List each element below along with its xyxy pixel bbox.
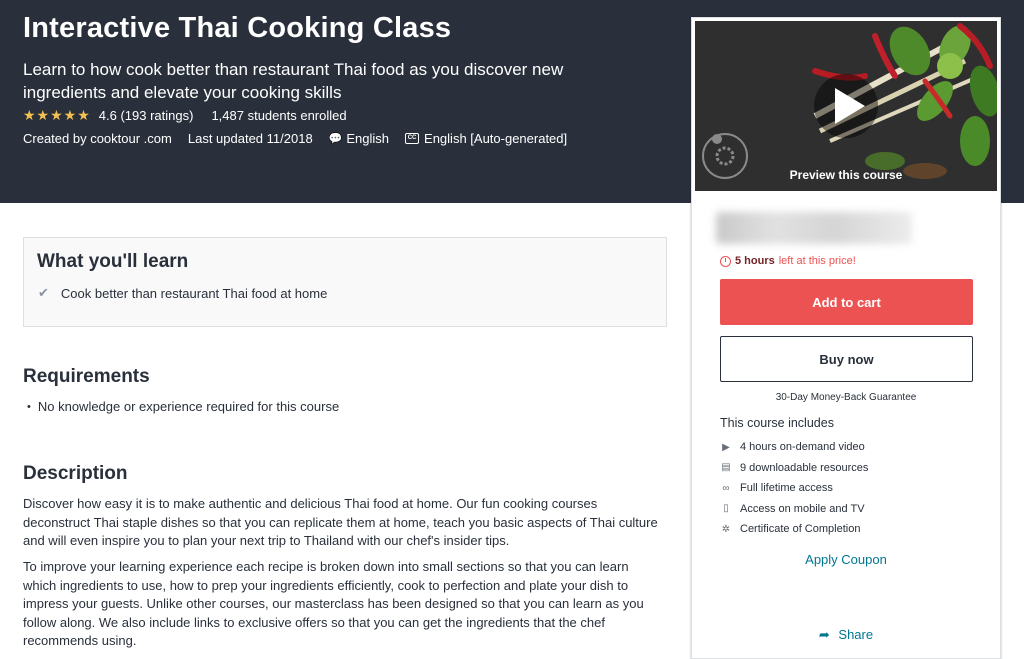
infinity-icon: ∞: [722, 482, 730, 494]
course-preview-video[interactable]: Preview this course: [695, 21, 997, 191]
course-meta-row: Created by cooktour .com Last updated 11…: [23, 131, 583, 146]
price-blurred: [716, 212, 912, 244]
share-label: Share: [838, 627, 874, 642]
apply-coupon-link[interactable]: Apply Coupon: [692, 552, 1000, 567]
bullet-icon: •: [27, 400, 31, 413]
file-icon: ▤: [721, 462, 731, 474]
include-label: 9 downloadable resources: [740, 461, 869, 474]
last-updated: Last updated 11/2018: [187, 131, 313, 146]
share-button[interactable]: ➦ Share: [692, 627, 1000, 643]
certificate-icon: ✲: [721, 523, 731, 535]
description-paragraph: To improve your learning experience each…: [23, 559, 644, 648]
video-icon: ▶: [722, 441, 730, 453]
include-item: ▶ 4 hours on-demand video: [720, 437, 868, 458]
purchase-sidebar: Preview this course 5 hours left at this…: [691, 17, 1001, 659]
learn-title: What you'll learn: [37, 251, 189, 272]
include-label: Full lifetime access: [740, 482, 833, 495]
include-item: ✲ Certificate of Completion: [720, 519, 868, 540]
money-back-guarantee: 30-Day Money-Back Guarantee: [775, 392, 917, 403]
course-title: Interactive Thai Cooking Class: [23, 12, 452, 44]
requirement-item: • No knowledge or experience required fo…: [27, 399, 339, 414]
include-label: 4 hours on-demand video: [740, 441, 865, 454]
created-by[interactable]: Created by cooktour .com: [23, 131, 172, 146]
language-label: English: [346, 131, 390, 146]
time-left-suffix: left at this price!: [778, 255, 856, 267]
preview-label: Preview this course: [789, 168, 903, 182]
requirement-label: No knowledge or experience required for …: [37, 399, 340, 414]
captions: CC English [Auto-generated]: [405, 131, 567, 146]
time-left-notice: 5 hours left at this price!: [720, 255, 856, 267]
requirements-title: Requirements: [23, 366, 150, 387]
mobile-icon: ▯: [723, 503, 729, 515]
include-item: ▯ Access on mobile and TV: [720, 499, 868, 520]
time-left-hours: 5 hours: [735, 255, 775, 267]
check-icon: ✔: [38, 285, 49, 300]
rating-stars-icon: ★★★★★: [23, 107, 91, 123]
what-youll-learn-box: What you'll learn ✔ Cook better than res…: [23, 237, 667, 327]
include-item: ▤ 9 downloadable resources: [720, 458, 868, 479]
speech-bubble-icon: 💬: [328, 133, 343, 145]
description-paragraph: Discover how easy it is to make authenti…: [23, 496, 658, 548]
include-label: Access on mobile and TV: [740, 502, 865, 515]
course-subtitle: Learn to how cook better than restaurant…: [23, 60, 564, 102]
includes-list: ▶ 4 hours on-demand video ▤ 9 downloadab…: [720, 437, 868, 540]
rating-text[interactable]: 4.6 (193 ratings): [99, 108, 194, 123]
alarm-clock-icon: [720, 255, 731, 267]
include-label: Certificate of Completion: [740, 523, 861, 536]
description-title: Description: [23, 463, 128, 484]
preview-thumbnail-image: [695, 21, 997, 191]
learn-item-label: Cook better than restaurant Thai food at…: [60, 285, 328, 301]
buy-now-button[interactable]: Buy now: [720, 336, 973, 382]
closed-captions-icon: CC: [405, 133, 420, 144]
students-enrolled: 1,487 students enrolled: [211, 108, 347, 123]
language: 💬 English: [329, 131, 389, 146]
rating-row: ★★★★★ 4.6 (193 ratings) 1,487 students e…: [23, 107, 347, 124]
includes-title: This course includes: [720, 416, 834, 430]
captions-label: English [Auto-generated]: [424, 131, 568, 146]
share-icon: ➦: [818, 627, 830, 642]
add-to-cart-button[interactable]: Add to cart: [720, 279, 973, 325]
include-item: ∞ Full lifetime access: [720, 478, 868, 499]
learn-item: ✔ Cook better than restaurant Thai food …: [38, 285, 327, 301]
